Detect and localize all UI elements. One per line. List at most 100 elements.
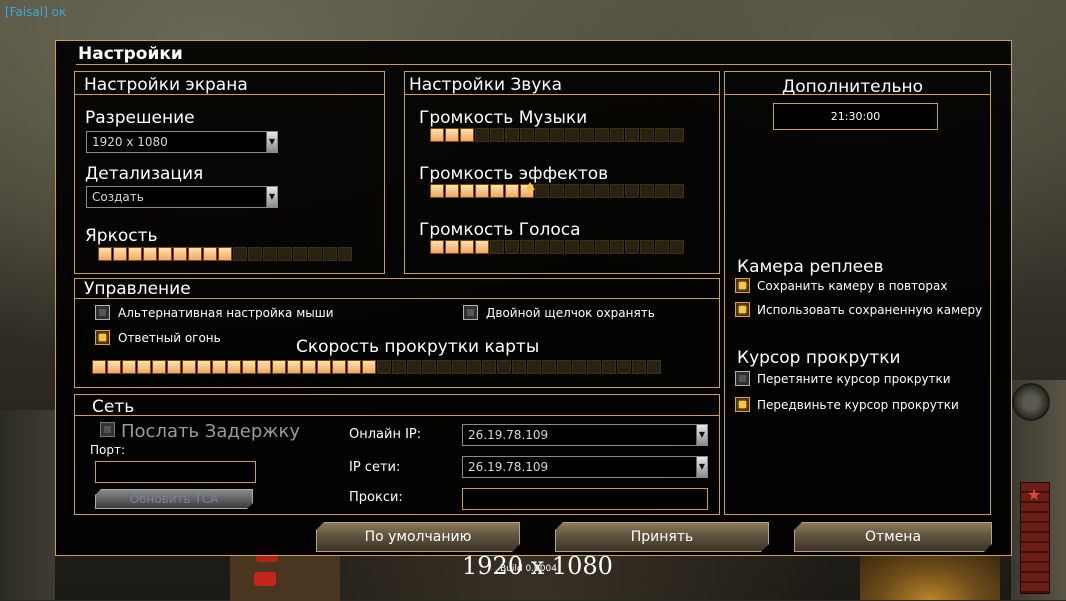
effects-volume-slider[interactable]: [430, 182, 684, 198]
slider-segment[interactable]: [512, 360, 526, 374]
slider-segment[interactable]: [460, 184, 474, 198]
slider-segment[interactable]: [670, 184, 684, 198]
slider-segment[interactable]: [640, 184, 654, 198]
slider-segment[interactable]: [490, 184, 504, 198]
brightness-slider[interactable]: [98, 247, 352, 261]
slider-segment[interactable]: [542, 360, 556, 374]
slider-segment[interactable]: [520, 128, 534, 142]
slider-segment[interactable]: [377, 360, 391, 374]
slider-segment[interactable]: [272, 360, 286, 374]
slider-segment[interactable]: [505, 184, 519, 198]
chevron-down-icon[interactable]: ▼: [266, 132, 277, 152]
slider-segment[interactable]: [437, 360, 451, 374]
slider-segment[interactable]: [655, 128, 669, 142]
slider-segment[interactable]: [362, 360, 376, 374]
slider-segment[interactable]: [98, 247, 112, 261]
scroll-speed-slider[interactable]: [92, 360, 661, 374]
slider-segment[interactable]: [332, 360, 346, 374]
slider-segment[interactable]: [490, 240, 504, 254]
slider-segment[interactable]: [625, 128, 639, 142]
proxy-input[interactable]: [462, 488, 708, 510]
slider-segment[interactable]: [527, 360, 541, 374]
slider-segment[interactable]: [475, 128, 489, 142]
slider-segment[interactable]: [152, 360, 166, 374]
slider-segment[interactable]: [595, 240, 609, 254]
slider-segment[interactable]: [625, 240, 639, 254]
slider-segment[interactable]: [317, 360, 331, 374]
online-ip-dropdown[interactable]: 26.19.78.109 ▼: [462, 424, 708, 446]
return-fire-checkbox[interactable]: [95, 330, 110, 345]
slider-segment[interactable]: [572, 360, 586, 374]
slider-segment[interactable]: [595, 128, 609, 142]
chevron-down-icon[interactable]: ▼: [696, 425, 707, 445]
slider-thumb[interactable]: [525, 182, 535, 190]
slider-segment[interactable]: [535, 128, 549, 142]
use-saved-camera-checkbox[interactable]: [735, 302, 750, 317]
slider-segment[interactable]: [640, 128, 654, 142]
slider-segment[interactable]: [302, 360, 316, 374]
slider-segment[interactable]: [430, 184, 444, 198]
slider-segment[interactable]: [617, 360, 631, 374]
slider-segment[interactable]: [550, 128, 564, 142]
slider-segment[interactable]: [557, 360, 571, 374]
slider-segment[interactable]: [248, 247, 262, 261]
slider-segment[interactable]: [227, 360, 241, 374]
port-input[interactable]: [95, 461, 256, 483]
slider-segment[interactable]: [670, 128, 684, 142]
slider-segment[interactable]: [460, 128, 474, 142]
slider-segment[interactable]: [595, 184, 609, 198]
slider-segment[interactable]: [655, 240, 669, 254]
slider-segment[interactable]: [565, 184, 579, 198]
slider-segment[interactable]: [293, 247, 307, 261]
slider-segment[interactable]: [407, 360, 421, 374]
slider-segment[interactable]: [550, 184, 564, 198]
slider-segment[interactable]: [392, 360, 406, 374]
slider-segment[interactable]: [278, 247, 292, 261]
slider-segment[interactable]: [497, 360, 511, 374]
slider-segment[interactable]: [467, 360, 481, 374]
slider-segment[interactable]: [580, 184, 594, 198]
save-camera-checkbox[interactable]: [735, 278, 750, 293]
update-tca-button[interactable]: Обновить ТСА: [95, 489, 253, 509]
slider-segment[interactable]: [565, 240, 579, 254]
slider-segment[interactable]: [122, 360, 136, 374]
cancel-button[interactable]: Отмена: [794, 522, 992, 552]
slider-segment[interactable]: [323, 247, 337, 261]
slider-segment[interactable]: [647, 360, 661, 374]
slider-segment[interactable]: [610, 184, 624, 198]
slider-segment[interactable]: [257, 360, 271, 374]
slider-segment[interactable]: [445, 128, 459, 142]
voice-volume-slider[interactable]: [430, 240, 684, 254]
slider-segment[interactable]: [535, 184, 549, 198]
slider-segment[interactable]: [113, 247, 127, 261]
slider-segment[interactable]: [430, 128, 444, 142]
double-click-checkbox[interactable]: [463, 305, 478, 320]
chevron-down-icon[interactable]: ▼: [696, 457, 707, 477]
slider-segment[interactable]: [580, 128, 594, 142]
slider-segment[interactable]: [263, 247, 277, 261]
slider-segment[interactable]: [143, 247, 157, 261]
slider-segment[interactable]: [92, 360, 106, 374]
default-button[interactable]: По умолчанию: [316, 522, 520, 552]
slider-segment[interactable]: [197, 360, 211, 374]
slider-segment[interactable]: [308, 247, 322, 261]
slider-segment[interactable]: [188, 247, 202, 261]
slider-segment[interactable]: [182, 360, 196, 374]
slider-segment[interactable]: [550, 240, 564, 254]
slider-segment[interactable]: [505, 240, 519, 254]
net-ip-dropdown[interactable]: 26.19.78.109 ▼: [462, 456, 708, 478]
slider-segment[interactable]: [535, 240, 549, 254]
slider-segment[interactable]: [580, 240, 594, 254]
slider-segment[interactable]: [347, 360, 361, 374]
slider-segment[interactable]: [655, 184, 669, 198]
slider-segment[interactable]: [520, 240, 534, 254]
alt-mouse-checkbox[interactable]: [95, 305, 110, 320]
slider-segment[interactable]: [430, 240, 444, 254]
drag-cursor-checkbox[interactable]: [735, 371, 750, 386]
resolution-dropdown[interactable]: 1920 x 1080 ▼: [86, 131, 278, 153]
slider-segment[interactable]: [212, 360, 226, 374]
slider-segment[interactable]: [338, 247, 352, 261]
slider-segment[interactable]: [167, 360, 181, 374]
slider-segment[interactable]: [565, 128, 579, 142]
slider-segment[interactable]: [475, 240, 489, 254]
